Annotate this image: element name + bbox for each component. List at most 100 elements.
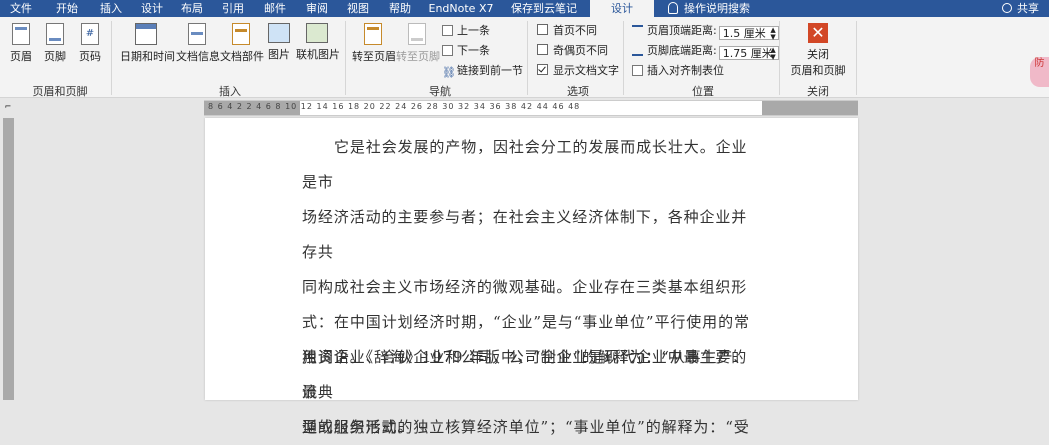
text-line: 它是社会发展的产物，因社会分工的发展而成长壮大。企业是市 [302,138,748,191]
footer-distance-icon [632,45,643,56]
footer-label: 页脚 [44,50,66,63]
link-to-previous-button[interactable]: ⛓链接到前一节 [442,63,523,79]
tab-help[interactable]: 帮助 [381,0,419,17]
picture-label: 图片 [268,48,290,61]
goto-header-button[interactable]: 转至页眉 [352,23,396,64]
picture-icon [268,23,290,43]
show-doc-text-checkbox[interactable]: 显示文档文字 [537,63,619,79]
group-header-footer-label: 页眉和页脚 [32,85,88,98]
calendar-icon [135,23,157,45]
insert-align-tab-label: 插入对齐制表位 [647,64,724,77]
online-picture-label: 联机图片 [296,48,340,61]
group-options-label: 选项 [567,85,589,98]
group-separator [623,21,624,95]
date-time-label: 日期和时间 [120,50,175,63]
header-top-label: 页眉顶端距离: [647,24,717,37]
page-number-button[interactable]: # 页码 [75,23,105,64]
next-button[interactable]: 下一条 [442,43,490,59]
tab-endnote[interactable]: EndNote X7 [425,0,497,17]
side-badge[interactable]: 防 [1030,57,1049,87]
group-separator [527,21,528,95]
document-parts-icon [232,23,250,45]
doc-parts-button[interactable]: 文档部件 [220,23,264,64]
footer-bottom-label: 页脚底端距离: [647,44,717,57]
goto-header-icon [364,23,382,45]
header-label: 页眉 [10,50,32,63]
paragraph-2[interactable]: 在中国计划经济时期，“企业”是与“事业单位”平行使用的常 用词语。《辞海》197… [302,305,762,445]
tab-review[interactable]: 审阅 [298,0,336,17]
document-info-icon [188,23,206,45]
ruler-margin-right [762,101,858,115]
tab-insert[interactable]: 插入 [92,0,130,17]
odd-even-diff-label: 奇偶页不同 [553,44,608,57]
footer-button[interactable]: 页脚 [40,23,70,64]
first-page-diff-label: 首页不同 [553,24,597,37]
previous-button[interactable]: 上一条 [442,23,490,39]
footer-bottom-value: 1.75 厘米 [722,47,773,60]
header-top-value: 1.5 厘米 [722,27,766,40]
group-separator [111,21,112,95]
tab-header-footer-design[interactable]: 设计 [590,0,654,17]
ribbon: 页眉 页脚 # 页码 页眉和页脚 日期和时间 文档信息 文档部件 图片 联机图片… [0,17,1049,98]
tab-mailings[interactable]: 邮件 [256,0,294,17]
odd-even-different-checkbox[interactable]: 奇偶页不同 [537,43,608,59]
doc-info-label: 文档信息 [176,50,220,63]
page-number-label: 页码 [79,50,101,63]
close-icon: ✕ [808,23,828,43]
online-picture-button[interactable]: 联机图片 [296,23,340,62]
group-separator [779,21,780,95]
header-icon [12,23,30,45]
goto-footer-label: 转至页脚 [396,50,440,63]
header-top-distance-input[interactable]: 1.5 厘米 ▲ ▼ [718,26,779,41]
align-tab-icon [632,65,643,76]
goto-footer-button[interactable]: 转至页脚 [396,23,440,64]
group-separator [856,21,857,95]
tab-home[interactable]: 开始 [48,0,86,17]
tab-save-cloud-note[interactable]: 保存到云笔记 [503,0,585,17]
tab-selector[interactable]: ⌐ [3,102,13,112]
header-top-distance: 页眉顶端距离: 1.5 厘米 ▲ ▼ [632,23,779,41]
header-distance-icon [632,25,643,36]
horizontal-ruler[interactable]: 8 6 4 2 2 4 6 8 10 12 14 16 18 20 22 24 … [204,100,858,116]
group-separator [345,21,346,95]
next-label: 下一条 [457,44,490,57]
tab-view[interactable]: 视图 [339,0,377,17]
checkbox-unchecked-icon [537,24,548,35]
footer-icon [46,23,64,45]
close-header-footer-label: 页眉和页脚 [790,64,846,77]
doc-parts-label: 文档部件 [220,50,264,63]
footer-bottom-distance-input[interactable]: 1.75 厘米 ▲ ▼ [718,46,779,61]
group-navigation-label: 导航 [429,85,451,98]
goto-footer-icon [408,23,426,45]
tab-layout[interactable]: 布局 [173,0,211,17]
link-previous-label: 链接到前一节 [457,64,523,77]
show-doc-text-label: 显示文档文字 [553,64,619,77]
picture-button[interactable]: 图片 [265,23,293,62]
checkbox-unchecked-icon [537,44,548,55]
share-button[interactable]: 共享 [1002,0,1039,17]
doc-info-button[interactable]: 文档信息 [176,23,220,64]
previous-label: 上一条 [457,24,490,37]
tab-file[interactable]: 文件 [2,0,40,17]
document-page[interactable]: 它是社会发展的产物，因社会分工的发展而成长壮大。企业是市 场经济活动的主要参与者… [205,118,858,436]
group-insert-label: 插入 [219,85,241,98]
close-label: 关闭 [807,48,829,61]
text-line: 场经济活动的主要参与者；在社会主义经济体制下，各种企业并存共 [302,208,748,261]
link-icon: ⛓ [442,66,456,79]
tell-me-label: 操作说明搜索 [684,2,750,15]
spin-arrows-icon[interactable]: ▲ ▼ [770,27,775,41]
date-time-button[interactable]: 日期和时间 [120,23,175,64]
previous-icon [442,25,453,36]
tell-me-search[interactable]: 操作说明搜索 [668,0,750,17]
first-page-different-checkbox[interactable]: 首页不同 [537,23,597,39]
close-header-footer-button[interactable]: ✕ 关闭 页眉和页脚 [788,23,848,78]
tab-design[interactable]: 设计 [133,0,171,17]
group-position-label: 位置 [692,85,714,98]
group-close-label: 关闭 [807,85,829,98]
vertical-ruler[interactable] [3,118,14,400]
tab-references[interactable]: 引用 [214,0,252,17]
spin-arrows-icon[interactable]: ▲ ▼ [770,47,775,61]
share-label: 共享 [1017,2,1039,15]
insert-align-tab-button[interactable]: 插入对齐制表位 [632,63,724,79]
header-button[interactable]: 页眉 [6,23,36,64]
